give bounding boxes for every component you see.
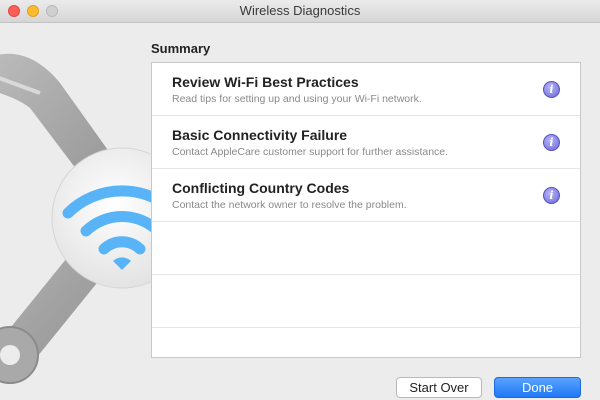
info-icon[interactable]: i [543,187,560,204]
start-over-button[interactable]: Start Over [396,377,482,398]
list-item[interactable]: Basic Connectivity Failure Contact Apple… [152,116,580,169]
list-item[interactable]: Conflicting Country Codes Contact the ne… [152,169,580,222]
empty-row [152,275,580,328]
done-button[interactable]: Done [494,377,581,398]
window-title: Wireless Diagnostics [239,3,361,18]
item-description: Contact the network owner to resolve the… [172,199,407,211]
list-item[interactable]: Review Wi-Fi Best Practices Read tips fo… [152,63,580,116]
item-description: Contact AppleCare customer support for f… [172,146,449,158]
item-title: Conflicting Country Codes [172,180,350,196]
item-title: Basic Connectivity Failure [172,127,348,143]
info-icon[interactable]: i [543,134,560,151]
info-icon[interactable]: i [543,81,560,98]
summary-heading: Summary [151,41,211,56]
item-title: Review Wi-Fi Best Practices [172,74,359,90]
item-description: Read tips for setting up and using your … [172,93,422,105]
title-bar: Wireless Diagnostics [0,0,600,23]
summary-list: Review Wi-Fi Best Practices Read tips fo… [151,62,581,358]
empty-row [152,222,580,275]
